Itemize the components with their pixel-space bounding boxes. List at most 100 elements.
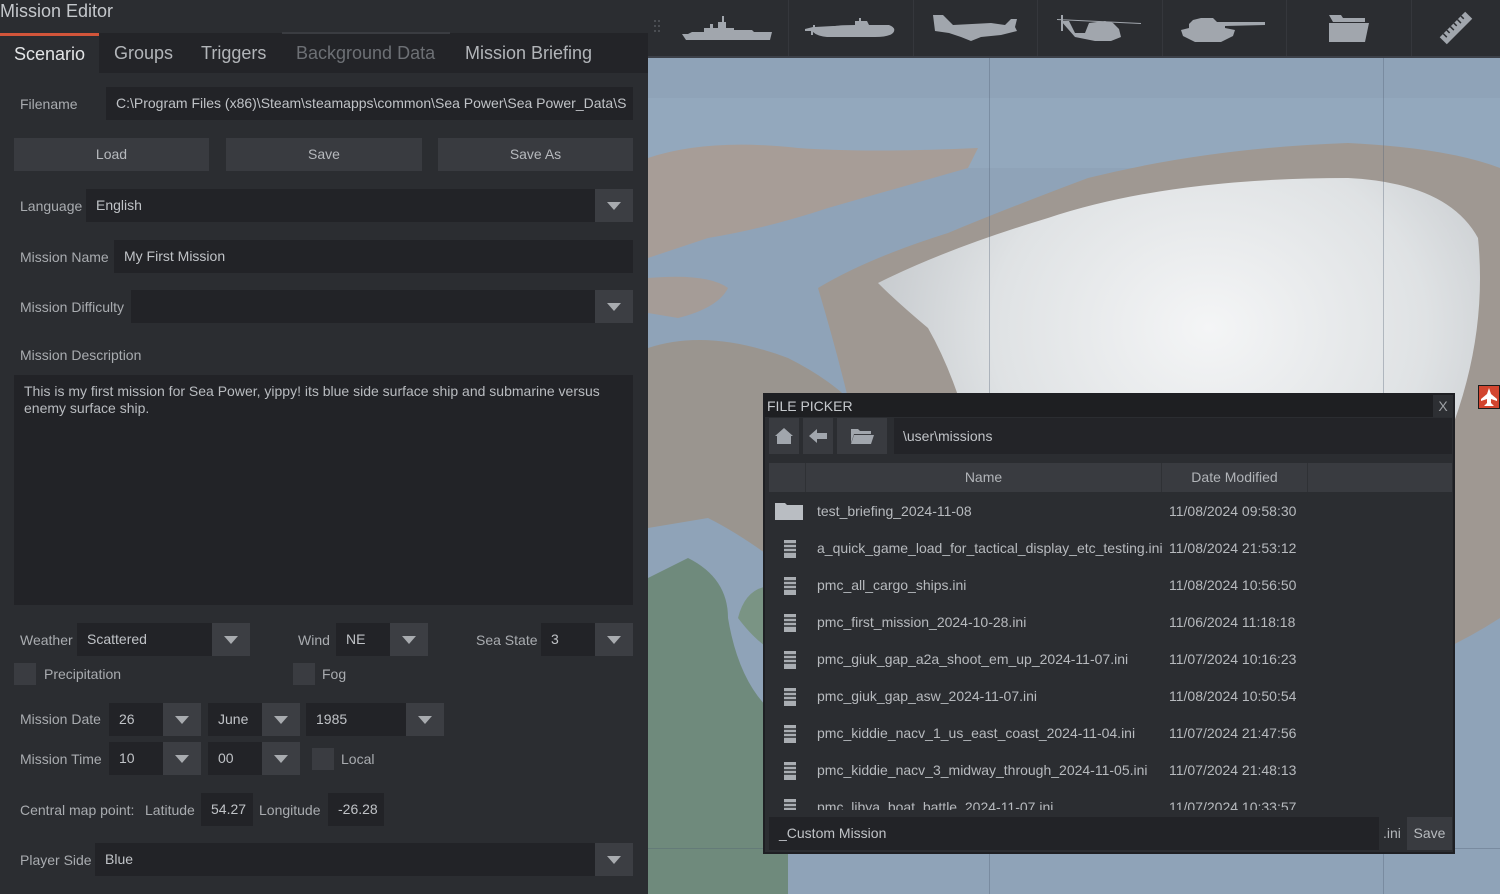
file-row[interactable]: pmc_kiddie_nacv_3_midway_through_2024-11… <box>769 752 1452 789</box>
local-time-label: Local <box>341 751 375 767</box>
file-row[interactable]: pmc_giuk_gap_a2a_shoot_em_up_2024-11-07.… <box>769 641 1452 678</box>
file-row[interactable]: pmc_libya_boat_battle_2024-11-07.ini 11/0… <box>769 789 1452 810</box>
file-picker-title: FILE PICKER <box>765 395 1453 417</box>
file-row[interactable]: pmc_giuk_gap_asw_2024-11-07.ini 11/08/202… <box>769 678 1452 715</box>
map-unit-marker[interactable] <box>1478 385 1500 409</box>
save-as-button[interactable]: Save As <box>438 138 633 171</box>
save-button[interactable]: Save <box>226 138 422 171</box>
tank-icon <box>1180 18 1265 42</box>
time-minute-select[interactable]: 00 <box>208 742 262 775</box>
precipitation-label: Precipitation <box>44 666 122 682</box>
load-button[interactable]: Load <box>14 138 209 171</box>
file-date-modified: 11/08/2024 09:58:30 <box>1169 503 1297 519</box>
time-hour-select[interactable]: 10 <box>109 742 163 775</box>
file-row[interactable]: pmc_all_cargo_ships.ini 11/08/2024 10:56:… <box>769 567 1452 604</box>
file-date-modified: 11/07/2024 21:47:56 <box>1169 725 1297 741</box>
file-date-modified: 11/08/2024 21:53:12 <box>1169 540 1297 556</box>
measure-ruler-button[interactable] <box>1412 0 1500 56</box>
time-hour-dropdown-button[interactable] <box>163 742 201 775</box>
file-picker-dialog: FILE PICKER X \user\missions Name Date M… <box>763 393 1455 854</box>
file-icon <box>775 687 803 712</box>
file-name: pmc_giuk_gap_asw_2024-11-07.ini <box>817 688 1038 704</box>
file-date-modified: 11/08/2024 10:50:54 <box>1169 688 1297 704</box>
add-helicopter-button[interactable] <box>1038 0 1163 56</box>
file-icon <box>775 613 803 638</box>
player-side-select[interactable]: Blue <box>95 843 595 876</box>
local-time-checkbox[interactable] <box>312 748 334 770</box>
ruler-icon <box>1439 11 1473 45</box>
ship-icon <box>682 16 772 40</box>
close-button[interactable]: X <box>1433 395 1453 417</box>
file-name: pmc_giuk_gap_a2a_shoot_em_up_2024-11-07.… <box>817 651 1129 667</box>
date-month-dropdown-button[interactable] <box>262 703 300 736</box>
weather-select[interactable]: Scattered <box>77 623 212 656</box>
column-header-name[interactable]: Name <box>805 463 1161 492</box>
precipitation-checkbox[interactable] <box>14 663 36 685</box>
date-month-select[interactable]: June <box>208 703 262 736</box>
file-icon <box>775 761 803 786</box>
browse-folder-button[interactable] <box>837 418 887 454</box>
tab-groups[interactable]: Groups <box>100 33 187 73</box>
mission-name-label: Mission Name <box>20 249 109 265</box>
file-date-modified: 11/08/2024 10:56:50 <box>1169 577 1297 593</box>
submarine-icon <box>805 18 895 37</box>
language-select[interactable]: English <box>86 189 595 222</box>
sea-state-dropdown-button[interactable] <box>595 623 633 656</box>
wind-label: Wind <box>298 632 330 648</box>
mission-description-textarea[interactable]: This is my first mission for Sea Power, … <box>14 375 633 605</box>
tab-scenario[interactable]: Scenario <box>0 33 99 73</box>
language-dropdown-button[interactable] <box>595 189 633 222</box>
latitude-input[interactable]: 54.27 <box>201 793 253 826</box>
file-name: pmc_all_cargo_ships.ini <box>817 577 967 593</box>
sea-state-select[interactable]: 3 <box>541 623 595 656</box>
file-row[interactable]: a_quick_game_load_for_tactical_display_e… <box>769 530 1452 567</box>
mission-difficulty-label: Mission Difficulty <box>20 299 124 315</box>
mission-difficulty-dropdown-button[interactable] <box>595 290 633 323</box>
file-icon <box>775 724 803 749</box>
wind-dropdown-button[interactable] <box>390 623 428 656</box>
file-row[interactable]: pmc_first_mission_2024-10-28.ini 11/06/20… <box>769 604 1452 641</box>
fog-label: Fog <box>322 666 347 682</box>
player-side-dropdown-button[interactable] <box>595 843 633 876</box>
file-date-modified: 11/06/2024 11:18:18 <box>1169 614 1296 630</box>
file-name: a_quick_game_load_for_tactical_display_e… <box>817 540 1163 556</box>
current-path[interactable]: \user\missions <box>894 418 1452 454</box>
date-day-select[interactable]: 26 <box>109 703 163 736</box>
tab-triggers[interactable]: Triggers <box>187 33 280 73</box>
folder-row[interactable]: test_briefing_2024-11-08 11/08/2024 09:58… <box>769 493 1452 530</box>
add-submarine-button[interactable] <box>789 0 914 56</box>
time-minute-dropdown-button[interactable] <box>262 742 300 775</box>
weather-label: Weather <box>20 632 73 648</box>
file-name: pmc_libya_boat_battle_2024-11-07.ini <box>817 799 1054 810</box>
date-day-dropdown-button[interactable] <box>163 703 201 736</box>
file-name: test_briefing_2024-11-08 <box>817 503 972 519</box>
wind-select[interactable]: NE <box>336 623 390 656</box>
back-button[interactable] <box>803 418 833 454</box>
mission-difficulty-select[interactable] <box>131 290 595 323</box>
folder-icon <box>1329 15 1369 42</box>
mission-description-label: Mission Description <box>20 347 142 363</box>
mission-name-input[interactable]: My First Mission <box>114 240 633 273</box>
arrow-left-icon <box>809 429 827 443</box>
weather-dropdown-button[interactable] <box>212 623 250 656</box>
file-picker-save-button[interactable]: Save <box>1407 817 1452 850</box>
add-land-unit-button[interactable] <box>1163 0 1287 56</box>
filename-label: Filename <box>20 96 78 112</box>
add-surface-ship-button[interactable] <box>668 0 789 56</box>
mission-time-label: Mission Time <box>20 751 102 767</box>
file-row[interactable]: pmc_kiddie_nacv_1_us_east_coast_2024-11-… <box>769 715 1452 752</box>
add-aircraft-button[interactable] <box>914 0 1038 56</box>
longitude-input[interactable]: -26.28 <box>328 793 384 826</box>
column-header-date[interactable]: Date Modified <box>1161 463 1307 492</box>
filename-field[interactable]: C:\Program Files (x86)\Steam\steamapps\c… <box>106 87 633 120</box>
tab-mission-briefing[interactable]: Mission Briefing <box>451 33 606 73</box>
open-folder-button[interactable] <box>1287 0 1412 56</box>
drag-handle[interactable] <box>654 20 664 36</box>
file-list[interactable]: test_briefing_2024-11-08 11/08/2024 09:58… <box>769 493 1452 810</box>
fog-checkbox[interactable] <box>293 663 315 685</box>
home-button[interactable] <box>769 418 799 454</box>
central-map-point-label: Central map point: <box>20 802 135 818</box>
filename-input[interactable]: _Custom Mission <box>769 817 1379 850</box>
date-year-dropdown-button[interactable] <box>406 703 444 736</box>
date-year-select[interactable]: 1985 <box>306 703 406 736</box>
